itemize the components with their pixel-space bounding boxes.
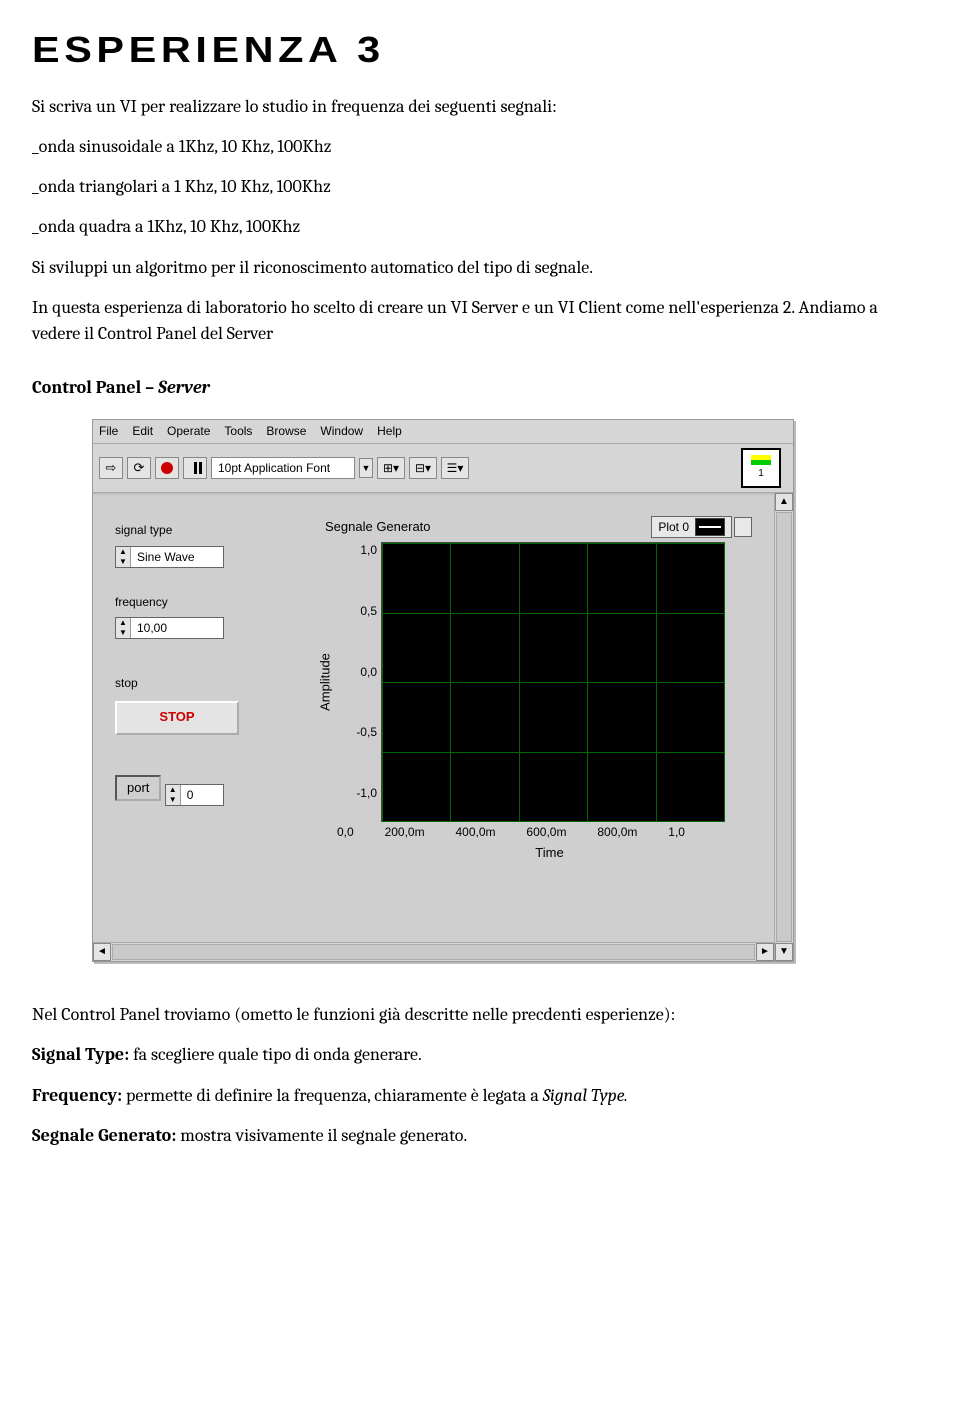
port-label: port [115, 775, 161, 802]
x-axis-label: Time [337, 844, 762, 863]
plot-area[interactable]: Amplitude 1,0 0,5 0,0 -0,5 -1,0 [335, 542, 725, 822]
list-item-b: _onda triangolari a 1 Khz, 10 Khz, 100Kh… [32, 174, 928, 200]
menu-window[interactable]: Window [320, 423, 363, 440]
frequency-value: 10,00 [131, 618, 223, 638]
y-ticks: 1,0 0,5 0,0 -0,5 -1,0 [335, 542, 381, 802]
labview-panel: File Edit Operate Tools Browse Window He… [92, 419, 794, 962]
stop-button[interactable]: STOP [115, 701, 239, 735]
legend-options-icon[interactable] [734, 517, 752, 537]
up-arrow-icon[interactable]: ▲ [116, 618, 130, 628]
signal-type-desc: Signal Type: fa scegliere quale tipo di … [32, 1042, 928, 1068]
menu-help[interactable]: Help [377, 423, 402, 440]
port-control[interactable]: ▲▼ 0 [165, 784, 224, 806]
run-continuous-button[interactable] [127, 457, 151, 479]
signal-type-label: signal type [115, 522, 285, 539]
reorder-button[interactable]: ☰▾ [441, 457, 469, 479]
intro-text: Si scriva un VI per realizzare lo studio… [32, 94, 928, 120]
horizontal-scrollbar[interactable]: ◄ ► [93, 942, 774, 961]
vi-icon[interactable]: 1 [741, 448, 781, 488]
font-selector[interactable]: 10pt Application Font [211, 457, 355, 479]
menu-operate[interactable]: Operate [167, 423, 210, 440]
menu-browse[interactable]: Browse [266, 423, 306, 440]
menu-file[interactable]: File [99, 423, 118, 440]
y-axis-label: Amplitude [316, 653, 335, 711]
legend-line-icon [695, 518, 725, 536]
scroll-up-icon[interactable]: ▲ [775, 493, 793, 511]
signal-type-control[interactable]: ▲▼ Sine Wave [115, 546, 224, 568]
run-button[interactable] [99, 457, 123, 479]
menubar: File Edit Operate Tools Browse Window He… [93, 420, 793, 444]
distribute-button[interactable]: ⊟▾ [409, 457, 437, 479]
up-arrow-icon[interactable]: ▲ [166, 785, 180, 795]
lab-text: In questa esperienza di laboratorio ho s… [32, 295, 928, 347]
scroll-left-icon[interactable]: ◄ [93, 943, 111, 961]
down-arrow-icon[interactable]: ▼ [166, 795, 180, 805]
list-item-a: _onda sinusoidale a 1Khz, 10 Khz, 100Khz [32, 134, 928, 160]
pause-button[interactable] [183, 457, 207, 479]
down-arrow-icon[interactable]: ▼ [116, 628, 130, 638]
signal-type-value: Sine Wave [131, 547, 223, 567]
list-item-c: _onda quadra a 1Khz, 10 Khz, 100Khz [32, 214, 928, 240]
menu-edit[interactable]: Edit [132, 423, 153, 440]
frequency-label: frequency [115, 594, 285, 611]
vertical-scrollbar[interactable]: ▲ ▼ [774, 493, 793, 961]
segnale-generato-desc: Segnale Generato: mostra visivamente il … [32, 1123, 928, 1149]
stop-label: stop [115, 675, 285, 692]
plot-title: Segnale Generato [325, 518, 431, 537]
plot-legend[interactable]: Plot 0 [651, 516, 732, 538]
abort-button[interactable] [155, 457, 179, 479]
scroll-down-icon[interactable]: ▼ [775, 943, 793, 961]
x-ticks: 0,0 200,0m 400,0m 600,0m 800,0m 1,0 [337, 824, 685, 841]
frequency-control[interactable]: ▲▼ 10,00 [115, 617, 224, 639]
frequency-desc: Frequency: permette di definire la frequ… [32, 1083, 928, 1109]
scroll-right-icon[interactable]: ► [756, 943, 774, 961]
section-heading: Control Panel – Server [32, 375, 928, 401]
page-title: Esperienza 3 [32, 24, 960, 76]
plot-canvas [381, 542, 725, 822]
align-button[interactable]: ⊞▾ [377, 457, 405, 479]
font-dropdown-icon[interactable]: ▼ [359, 458, 373, 478]
up-arrow-icon[interactable]: ▲ [116, 547, 130, 557]
cp-description: Nel Control Panel troviamo (ometto le fu… [32, 1002, 928, 1028]
toolbar: 10pt Application Font ▼ ⊞▾ ⊟▾ ☰▾ 1 [93, 444, 793, 493]
down-arrow-icon[interactable]: ▼ [116, 557, 130, 567]
algo-text: Si sviluppi un algoritmo per il riconosc… [32, 255, 928, 281]
menu-tools[interactable]: Tools [224, 423, 252, 440]
port-value: 0 [181, 785, 223, 805]
